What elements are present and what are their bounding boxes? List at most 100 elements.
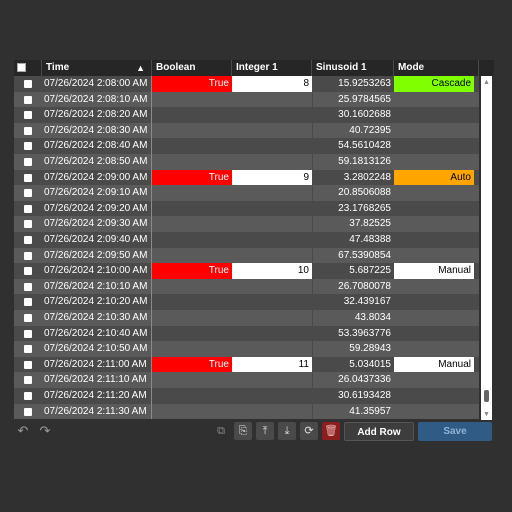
row-checkbox[interactable]: [24, 126, 32, 135]
cell-boolean[interactable]: True: [152, 169, 232, 186]
cell-time[interactable]: 07/26/2024 2:09:40 AM: [42, 232, 152, 248]
row-checkbox[interactable]: [24, 142, 32, 151]
cell-mode[interactable]: [394, 232, 474, 248]
cell-sinusoid[interactable]: 3.2802248: [312, 169, 394, 186]
upload-icon[interactable]: ⤒: [256, 422, 274, 440]
copy-icon[interactable]: ⎘: [234, 422, 252, 440]
table-row[interactable]: 07/26/2024 2:08:10 AM 25.9784565: [14, 91, 479, 108]
cell-integer[interactable]: [232, 201, 312, 217]
row-checkbox[interactable]: [24, 158, 32, 166]
row-checkbox[interactable]: [24, 95, 32, 104]
cell-integer[interactable]: [232, 310, 312, 326]
cell-sinusoid[interactable]: 43.8034: [312, 310, 394, 326]
cell-sinusoid[interactable]: 59.28943: [312, 341, 394, 357]
cell-time[interactable]: 07/26/2024 2:09:30 AM: [42, 216, 152, 232]
cell-integer[interactable]: [232, 138, 312, 154]
cell-time[interactable]: 07/26/2024 2:08:50 AM: [42, 154, 152, 170]
row-checkbox[interactable]: [24, 345, 32, 354]
column-header-boolean[interactable]: Boolean: [152, 60, 232, 76]
table-row[interactable]: 07/26/2024 2:09:30 AM 37.82525: [14, 216, 479, 232]
cell-integer[interactable]: [232, 279, 312, 295]
cell-mode[interactable]: [394, 326, 474, 342]
cell-mode[interactable]: [394, 154, 474, 170]
cell-sinusoid[interactable]: 47.48388: [312, 232, 394, 248]
cell-time[interactable]: 07/26/2024 2:10:20 AM: [42, 294, 152, 310]
cell-mode[interactable]: [394, 107, 474, 123]
cell-sinusoid[interactable]: 30.6193428: [312, 388, 394, 404]
add-row-button[interactable]: Add Row: [344, 422, 414, 441]
cell-time[interactable]: 07/26/2024 2:08:00 AM: [42, 76, 152, 92]
cell-mode[interactable]: [394, 388, 474, 404]
cell-sinusoid[interactable]: 59.1813126: [312, 154, 394, 170]
table-row[interactable]: 07/26/2024 2:08:20 AM 30.1602688: [14, 107, 479, 123]
row-checkbox[interactable]: [24, 111, 32, 120]
row-checkbox[interactable]: [24, 204, 32, 213]
cell-mode[interactable]: Cascade: [394, 76, 474, 92]
cell-time[interactable]: 07/26/2024 2:10:10 AM: [42, 278, 152, 295]
table-row[interactable]: 07/26/2024 2:08:50 AM 59.1813126: [14, 154, 479, 170]
select-all-checkbox[interactable]: [17, 63, 26, 72]
cell-sinusoid[interactable]: 25.9784565: [312, 91, 394, 108]
cell-mode[interactable]: [394, 138, 474, 154]
cell-time[interactable]: 07/26/2024 2:11:20 AM: [42, 388, 152, 404]
cell-sinusoid[interactable]: 15.9253263: [312, 76, 394, 92]
row-checkbox[interactable]: [24, 407, 32, 416]
table-row[interactable]: 07/26/2024 2:11:30 AM 41.35957: [14, 403, 479, 420]
column-header-mode[interactable]: Mode: [394, 60, 479, 76]
delete-icon[interactable]: 🗑: [322, 422, 340, 440]
table-row[interactable]: 07/26/2024 2:11:00 AM True 11 5.034015 Manua…: [14, 356, 479, 373]
redo-icon[interactable]: ↷: [36, 422, 54, 440]
cell-integer[interactable]: [232, 216, 312, 232]
table-row[interactable]: 07/26/2024 2:08:40 AM 54.5610428: [14, 138, 479, 154]
cell-integer[interactable]: [232, 185, 312, 201]
cell-boolean[interactable]: [152, 310, 232, 326]
cell-boolean[interactable]: [152, 326, 232, 342]
cell-sinusoid[interactable]: 26.0437336: [312, 372, 394, 388]
cell-time[interactable]: 07/26/2024 2:11:30 AM: [42, 403, 152, 420]
cell-time[interactable]: 07/26/2024 2:08:20 AM: [42, 107, 152, 123]
cell-integer[interactable]: 9: [232, 169, 312, 186]
refresh-icon[interactable]: ⟳: [300, 422, 318, 440]
cell-boolean[interactable]: [152, 388, 232, 404]
vertical-scrollbar[interactable]: ▲ ▼: [481, 76, 492, 420]
cell-mode[interactable]: [394, 404, 474, 420]
column-header-integer[interactable]: Integer 1: [232, 60, 312, 76]
cell-mode[interactable]: [394, 92, 474, 108]
duplicate-icon[interactable]: ⧉: [212, 422, 230, 440]
row-checkbox[interactable]: [24, 236, 32, 244]
cell-boolean[interactable]: [152, 92, 232, 108]
row-checkbox[interactable]: [24, 314, 32, 322]
cell-integer[interactable]: [232, 404, 312, 420]
row-checkbox[interactable]: [24, 80, 32, 88]
cell-mode[interactable]: [394, 279, 474, 295]
cell-boolean[interactable]: [152, 123, 232, 139]
row-checkbox[interactable]: [24, 376, 32, 385]
cell-time[interactable]: 07/26/2024 2:10:30 AM: [42, 310, 152, 326]
table-row[interactable]: 07/26/2024 2:08:00 AM True 8 15.9253263 Casc…: [14, 76, 479, 92]
cell-sinusoid[interactable]: 20.8506088: [312, 185, 394, 201]
cell-mode[interactable]: [394, 123, 474, 139]
cell-integer[interactable]: [232, 388, 312, 404]
cell-time[interactable]: 07/26/2024 2:08:40 AM: [42, 138, 152, 154]
cell-boolean[interactable]: [152, 279, 232, 295]
cell-boolean[interactable]: True: [152, 356, 232, 373]
save-button[interactable]: Save: [418, 422, 492, 441]
cell-mode[interactable]: [394, 341, 474, 357]
row-checkbox[interactable]: [24, 220, 32, 229]
cell-boolean[interactable]: [152, 404, 232, 420]
cell-mode[interactable]: Manual: [394, 356, 474, 373]
cell-boolean[interactable]: [152, 138, 232, 154]
cell-integer[interactable]: [232, 326, 312, 342]
cell-boolean[interactable]: [152, 201, 232, 217]
column-header-sinusoid[interactable]: Sinusoid 1: [312, 60, 394, 76]
table-row[interactable]: 07/26/2024 2:09:10 AM 20.8506088: [14, 185, 479, 201]
table-row[interactable]: 07/26/2024 2:10:40 AM 53.3963776: [14, 325, 479, 342]
cell-boolean[interactable]: True: [152, 263, 232, 279]
cell-boolean[interactable]: [152, 248, 232, 264]
row-checkbox[interactable]: [24, 251, 32, 260]
row-checkbox[interactable]: [24, 392, 32, 400]
row-checkbox[interactable]: [24, 360, 32, 369]
cell-time[interactable]: 07/26/2024 2:11:00 AM: [42, 356, 152, 373]
cell-integer[interactable]: [232, 92, 312, 108]
cell-time[interactable]: 07/26/2024 2:10:00 AM: [42, 263, 152, 279]
